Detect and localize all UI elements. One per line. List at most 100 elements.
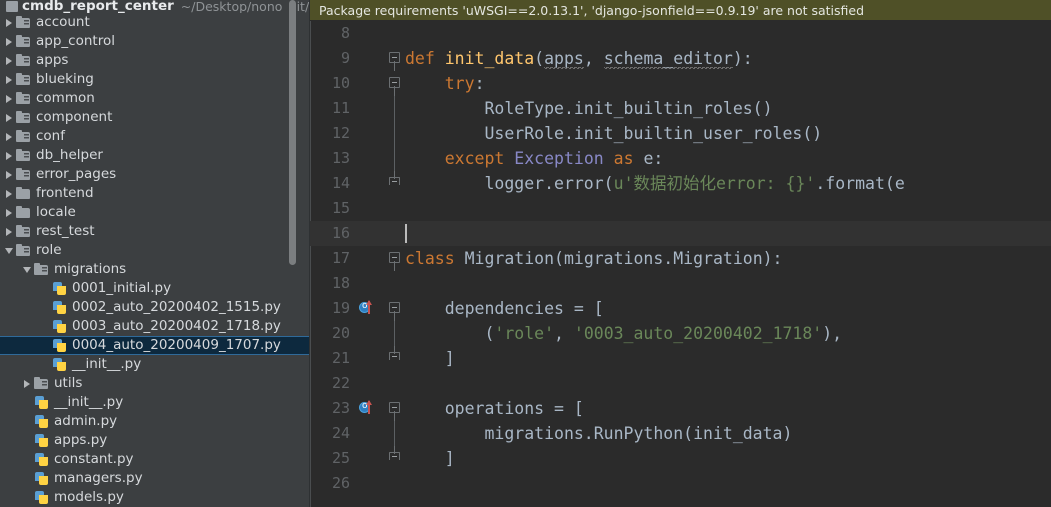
code-line[interactable]: 8	[310, 21, 1051, 46]
module-folder-icon	[15, 241, 32, 260]
code-token: e:	[633, 149, 664, 168]
package-requirements-notification[interactable]: Package requirements 'uWSGI==2.0.13.1', …	[310, 0, 1051, 21]
module-folder-icon	[15, 13, 32, 32]
fold-region-line[interactable]	[383, 96, 405, 121]
override-marker-icon[interactable]	[357, 296, 383, 321]
chevron-right-icon[interactable]	[2, 108, 15, 127]
tree-item[interactable]: common	[0, 89, 310, 108]
fold-end-icon[interactable]	[383, 446, 405, 471]
code-token: try	[444, 74, 475, 93]
code-line[interactable]: 16	[310, 221, 1051, 246]
tree-item[interactable]: 0001_initial.py	[0, 279, 310, 298]
code-line[interactable]: 18	[310, 271, 1051, 296]
fold-collapse-icon[interactable]	[383, 396, 405, 421]
fold-region-line[interactable]	[383, 421, 405, 446]
tree-item[interactable]: managers.py	[0, 469, 310, 488]
tree-item[interactable]: utils	[0, 374, 310, 393]
code-line[interactable]: 23 operations = [	[310, 396, 1051, 421]
tree-item[interactable]: models.py	[0, 488, 310, 507]
tree-item[interactable]: error_pages	[0, 165, 310, 184]
tree-item[interactable]: locale	[0, 203, 310, 222]
chevron-right-icon[interactable]	[2, 203, 15, 222]
tree-item[interactable]: 0003_auto_20200402_1718.py	[0, 317, 310, 336]
chevron-right-icon[interactable]	[20, 374, 33, 393]
code-line[interactable]: 11 RoleType.init_builtin_roles()	[310, 96, 1051, 121]
code-line[interactable]: 10 try:	[310, 71, 1051, 96]
fold-collapse-icon[interactable]	[383, 296, 405, 321]
python-file-icon	[33, 412, 50, 431]
code-line[interactable]: 20 ('role', '0003_auto_20200402_1718'),	[310, 321, 1051, 346]
code-line[interactable]: 13 except Exception as e:	[310, 146, 1051, 171]
fold-region-line[interactable]	[383, 121, 405, 146]
chevron-down-icon[interactable]	[2, 241, 15, 260]
tree-item[interactable]: migrations	[0, 260, 310, 279]
project-root-header[interactable]: cmdb_report_center ~/Desktop/nono_git/cm	[0, 0, 310, 13]
tree-item-label: frontend	[36, 185, 94, 201]
tree-item[interactable]: account	[0, 13, 310, 32]
code-line[interactable]: 15	[310, 196, 1051, 221]
tree-item[interactable]: conf	[0, 127, 310, 146]
tree-item[interactable]: constant.py	[0, 450, 310, 469]
code-editor[interactable]: 8 9 def init_data(apps, schema_editor): 10 …	[310, 21, 1051, 507]
code-token: ,	[554, 324, 574, 343]
module-folder-icon	[33, 260, 50, 279]
chevron-right-icon[interactable]	[2, 32, 15, 51]
fold-collapse-icon[interactable]	[383, 46, 405, 71]
tree-item[interactable]: blueking	[0, 70, 310, 89]
tree-item[interactable]: apps	[0, 51, 310, 70]
code-token: dependencies = [	[405, 299, 604, 318]
tree-item[interactable]: 0002_auto_20200402_1515.py	[0, 298, 310, 317]
code-line[interactable]: 14 logger.error(u'数据初始化error: {}'.format…	[310, 171, 1051, 196]
code-line[interactable]: 21 ]	[310, 346, 1051, 371]
chevron-right-icon[interactable]	[2, 51, 15, 70]
chevron-right-icon[interactable]	[2, 127, 15, 146]
tree-item[interactable]: admin.py	[0, 412, 310, 431]
chevron-right-icon[interactable]	[2, 13, 15, 32]
tree-item[interactable]: __init__.py	[0, 393, 310, 412]
code-line[interactable]: 26	[310, 471, 1051, 496]
sidebar-scrollbar-thumb[interactable]	[289, 0, 296, 265]
fold-collapse-icon[interactable]	[383, 71, 405, 96]
chevron-right-icon[interactable]	[2, 146, 15, 165]
code-token: class	[405, 249, 465, 268]
fold-end-icon[interactable]	[383, 171, 405, 196]
python-file-icon	[33, 469, 50, 488]
sidebar-scrollbar-track[interactable]	[289, 0, 303, 507]
fold-gutter-slot	[383, 371, 405, 396]
tree-item[interactable]: db_helper	[0, 146, 310, 165]
tree-item[interactable]: apps.py	[0, 431, 310, 450]
tree-item[interactable]: __init__.py	[0, 355, 310, 374]
code-line[interactable]: 19 dependencies = [	[310, 296, 1051, 321]
code-line[interactable]: 22	[310, 371, 1051, 396]
code-line[interactable]: 17 class Migration(migrations.Migration):	[310, 246, 1051, 271]
chevron-right-icon[interactable]	[2, 89, 15, 108]
tree-item[interactable]: role	[0, 241, 310, 260]
fold-end-icon[interactable]	[383, 346, 405, 371]
gutter-marker-slot	[357, 421, 383, 446]
fold-region-line[interactable]	[383, 321, 405, 346]
fold-region-line[interactable]	[383, 146, 405, 171]
chevron-right-icon[interactable]	[2, 70, 15, 89]
code-line[interactable]: 25 ]	[310, 446, 1051, 471]
tree-item[interactable]: rest_test	[0, 222, 310, 241]
chevron-right-icon[interactable]	[2, 184, 15, 203]
code-line[interactable]: 12 UserRole.init_builtin_user_roles()	[310, 121, 1051, 146]
python-file-icon	[51, 317, 68, 336]
fold-collapse-icon[interactable]	[383, 246, 405, 271]
project-file-tree[interactable]: account app_control apps blueking common comp…	[0, 13, 310, 507]
code-line[interactable]: 9 def init_data(apps, schema_editor):	[310, 46, 1051, 71]
chevron-right-icon[interactable]	[2, 222, 15, 241]
fold-gutter-slot	[383, 21, 405, 46]
code-line[interactable]: 24 migrations.RunPython(init_data)	[310, 421, 1051, 446]
chevron-right-icon[interactable]	[2, 165, 15, 184]
tree-item[interactable]: frontend	[0, 184, 310, 203]
override-marker-icon[interactable]	[357, 396, 383, 421]
tree-item[interactable]: app_control	[0, 32, 310, 51]
gutter-marker-slot	[357, 171, 383, 196]
tree-item[interactable]: component	[0, 108, 310, 127]
chevron-down-icon[interactable]	[20, 260, 33, 279]
tree-item[interactable]: 0004_auto_20200409_1707.py	[0, 336, 310, 355]
